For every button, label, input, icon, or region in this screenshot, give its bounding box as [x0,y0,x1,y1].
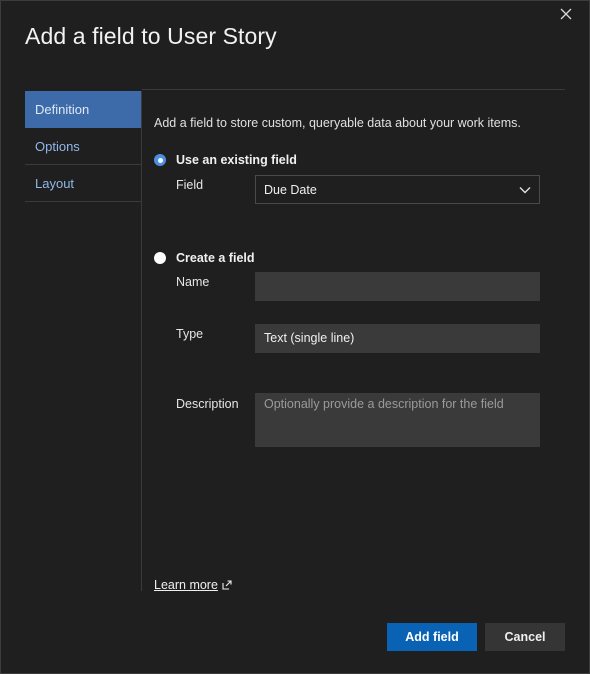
description-field[interactable]: Optionally provide a description for the… [255,393,540,447]
add-field-dialog: Add a field to User Story Definition Opt… [0,0,590,674]
existing-field-radio[interactable] [154,154,166,166]
close-icon[interactable] [557,7,575,25]
existing-field-label: Use an existing field [176,153,297,167]
cancel-button[interactable]: Cancel [485,623,565,651]
create-field-radio[interactable] [154,252,166,264]
create-field-label: Create a field [176,251,255,265]
sidebar-item-layout[interactable]: Layout [25,165,141,202]
type-label: Type [176,327,204,341]
chevron-down-icon [519,187,531,194]
name-input[interactable] [255,272,540,301]
field-select[interactable]: Due Date [255,175,540,204]
dialog-title: Add a field to User Story [25,23,277,49]
close-icon-glyph [560,8,572,20]
sidebar: Definition Options Layout [25,91,141,202]
name-label: Name [176,275,210,289]
description-label: Description [176,397,239,411]
type-field[interactable]: Text (single line) [255,324,540,353]
external-link-icon [222,580,232,590]
sidebar-item-definition[interactable]: Definition [25,91,141,128]
intro-text: Add a field to store custom, queryable d… [154,116,521,130]
sidebar-item-options[interactable]: Options [25,128,141,165]
field-label: Field [176,178,204,192]
header-divider [142,89,565,90]
learn-more-text: Learn more [154,578,218,592]
field-select-value: Due Date [264,183,317,197]
add-field-button[interactable]: Add field [387,623,477,651]
sidebar-divider [141,91,142,591]
learn-more-link[interactable]: Learn more [154,578,232,592]
